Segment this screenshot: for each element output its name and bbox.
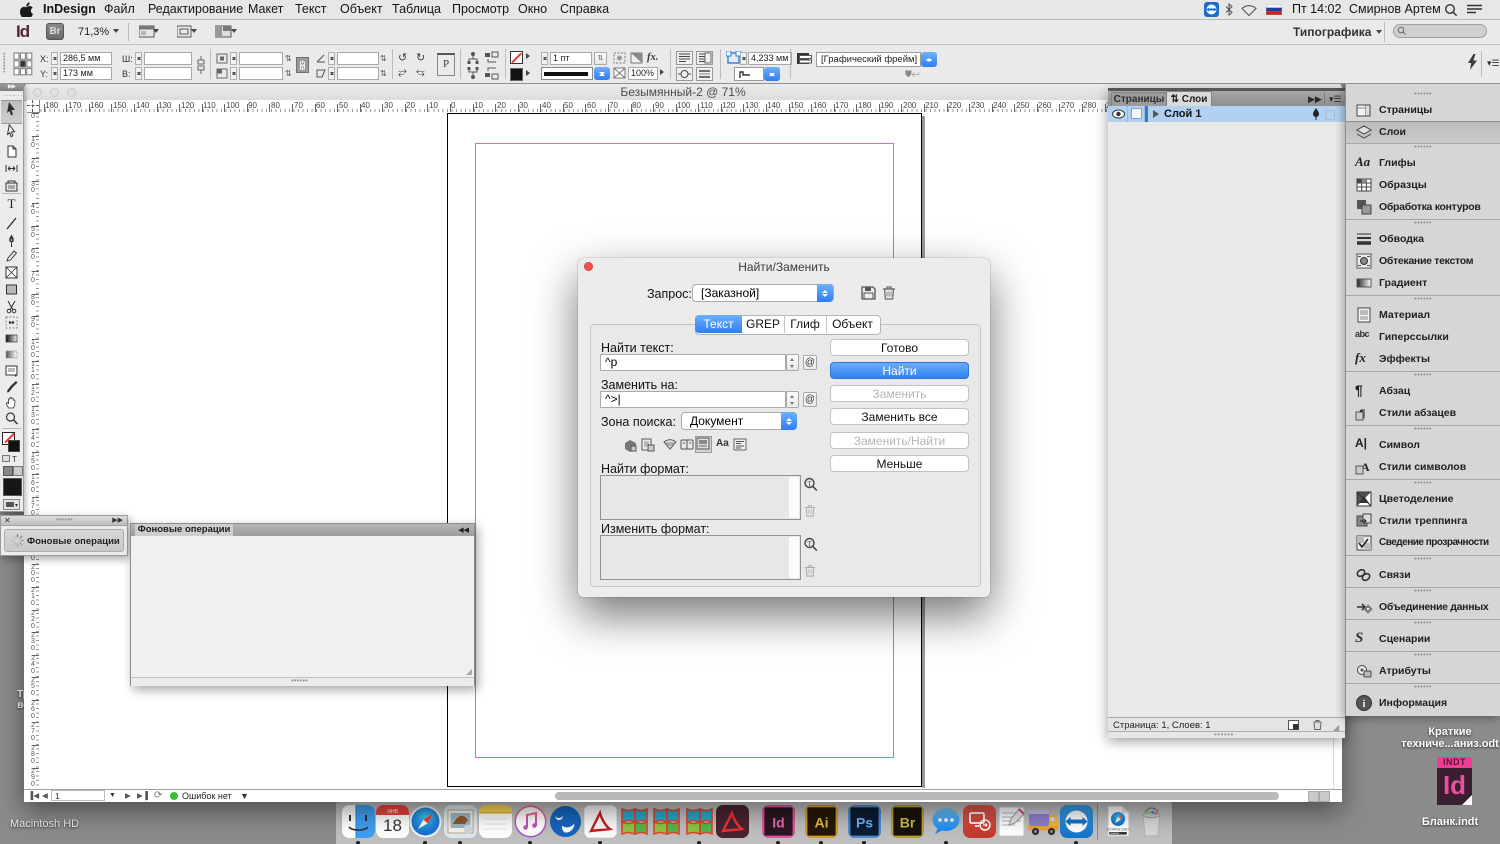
svg-text:DOWNLOAD: DOWNLOAD — [1107, 828, 1129, 832]
svg-text:i: i — [1363, 699, 1366, 710]
svg-text:Id: Id — [772, 815, 784, 831]
svg-text:T: T — [8, 196, 16, 211]
svg-text:T: T — [807, 480, 812, 488]
svg-text:Ai: Ai — [815, 815, 829, 831]
svg-text:Br: Br — [900, 815, 916, 831]
svg-text:T: T — [807, 540, 812, 548]
svg-text:Ps: Ps — [856, 815, 873, 831]
svg-text:18: 18 — [383, 816, 402, 835]
svg-text:ЯНВ: ЯНВ — [387, 809, 398, 815]
